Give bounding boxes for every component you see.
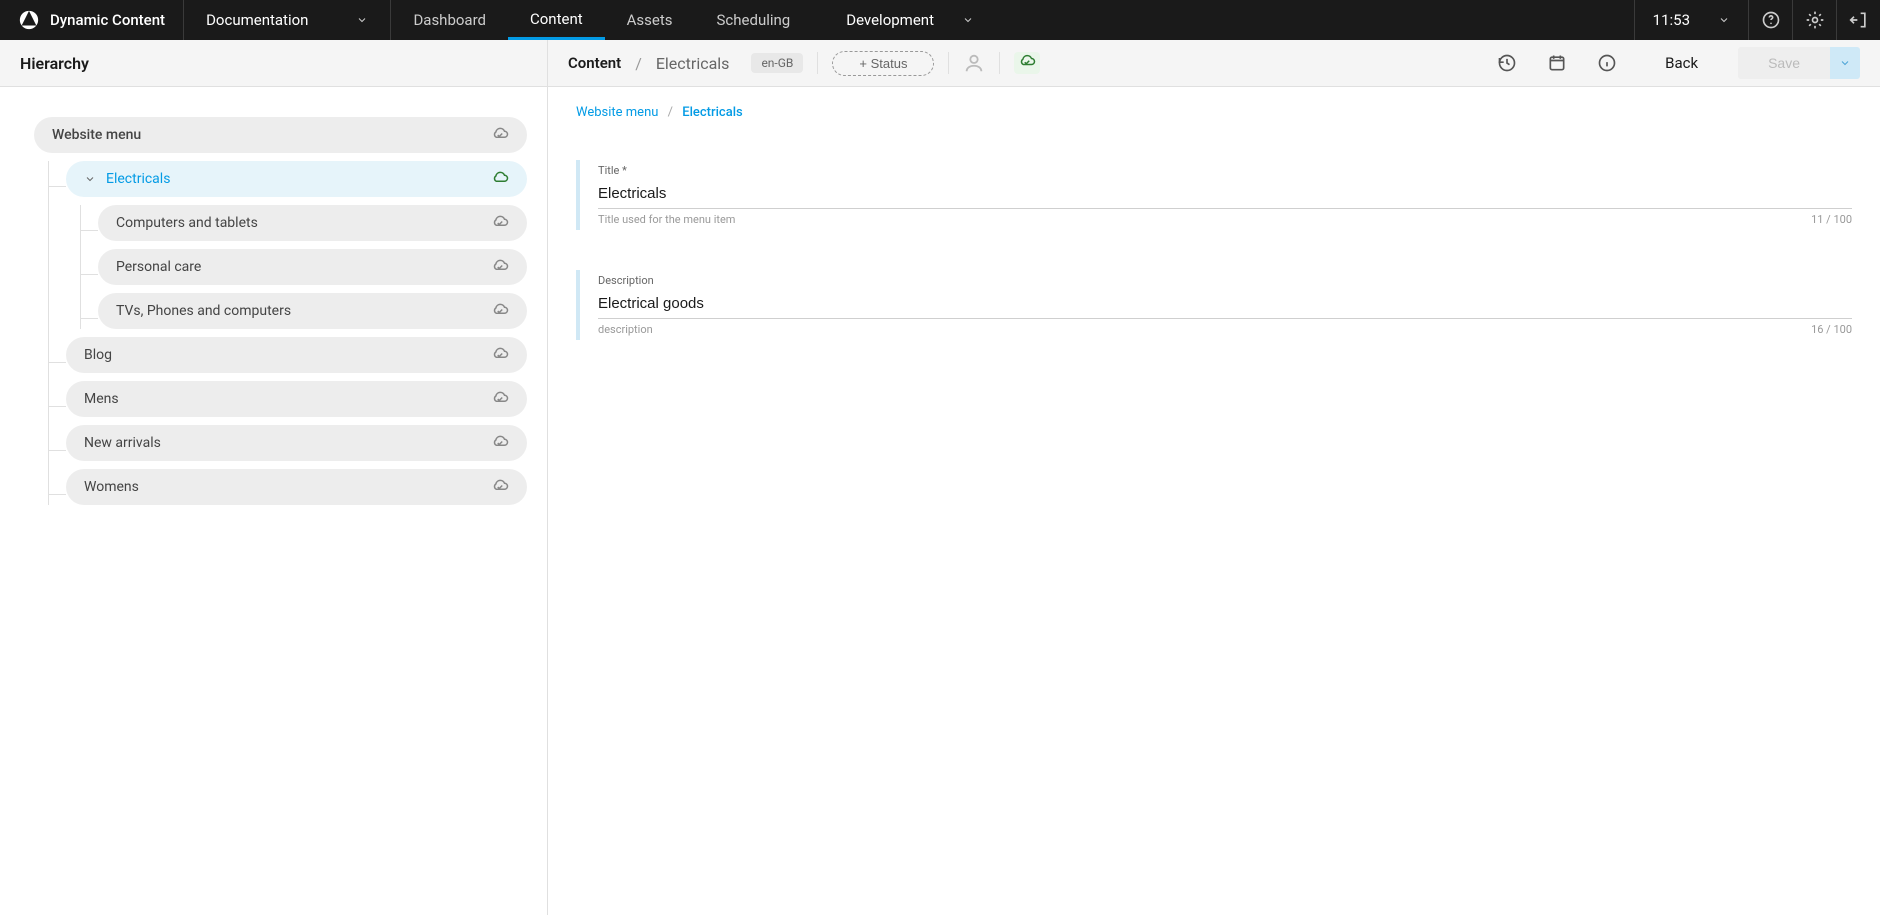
- tree-node-electricals[interactable]: Electricals: [66, 161, 527, 197]
- back-button[interactable]: Back: [1639, 54, 1724, 72]
- schedule-button[interactable]: [1539, 53, 1575, 73]
- cloud-outline-icon: [491, 170, 509, 188]
- logout-button[interactable]: [1836, 0, 1880, 40]
- tree-node-blog[interactable]: Blog: [66, 337, 527, 373]
- tree-node-label: Computers and tablets: [116, 215, 258, 231]
- save-button-group: Save: [1738, 47, 1860, 79]
- cloud-done-icon: [491, 346, 509, 364]
- primary-nav: Dashboard Content Assets Scheduling: [391, 0, 812, 40]
- content-pane: Website menu / Electricals Title * Title…: [548, 87, 1880, 915]
- nav-assets[interactable]: Assets: [605, 0, 695, 40]
- breadcrumb-current: Electricals: [682, 105, 742, 120]
- brand-logo-icon: [18, 9, 40, 31]
- info-icon: [1597, 53, 1617, 73]
- divider: [999, 52, 1000, 74]
- field-title: Title * Title used for the menu item 11 …: [576, 160, 1852, 230]
- field-title-help: Title used for the menu item: [598, 213, 735, 226]
- tree-node-mens[interactable]: Mens: [66, 381, 527, 417]
- cloud-saved-icon: [1014, 52, 1040, 74]
- chevron-down-icon: [1839, 57, 1851, 69]
- divider: [948, 52, 949, 74]
- cloud-done-icon: [491, 390, 509, 408]
- field-title-label: Title *: [598, 164, 1852, 177]
- topbar: Dynamic Content Documentation Dashboard …: [0, 0, 1880, 40]
- locale-badge: en-GB: [751, 53, 803, 73]
- hierarchy-header: Hierarchy: [0, 40, 548, 86]
- cloud-done-icon: [491, 302, 509, 320]
- documentation-dropdown[interactable]: Documentation: [184, 0, 391, 40]
- tree-node-label: TVs, Phones and computers: [116, 303, 291, 319]
- gear-icon: [1805, 10, 1825, 30]
- field-description-counter: 16 / 100: [1811, 323, 1852, 336]
- tree-node-label: Blog: [84, 347, 112, 363]
- cloud-done-icon: [491, 214, 509, 232]
- clock-value: 11:53: [1653, 11, 1690, 29]
- help-icon: [1761, 10, 1781, 30]
- tree-node-label: Website menu: [52, 127, 141, 143]
- field-label-text: Title: [598, 164, 619, 177]
- brand: Dynamic Content: [0, 0, 184, 40]
- tree-node-website-menu[interactable]: Website menu: [34, 117, 527, 153]
- save-button[interactable]: Save: [1738, 47, 1830, 79]
- cloud-done-icon: [491, 478, 509, 496]
- nav-dashboard[interactable]: Dashboard: [391, 0, 508, 40]
- chevron-down-icon: [84, 173, 96, 185]
- environment-dropdown[interactable]: Development: [824, 0, 996, 40]
- tree-node-new-arrivals[interactable]: New arrivals: [66, 425, 527, 461]
- field-title-counter: 11 / 100: [1811, 213, 1852, 226]
- chevron-down-icon: [962, 14, 974, 26]
- save-dropdown-button[interactable]: [1830, 47, 1860, 79]
- history-icon: [1497, 53, 1517, 73]
- content-crumb-root: Content: [568, 54, 621, 72]
- chevron-down-icon: [356, 14, 368, 26]
- required-marker: *: [622, 164, 627, 177]
- tree-node-label: Electricals: [106, 171, 170, 187]
- assignee-icon[interactable]: [963, 52, 985, 74]
- cloud-done-icon: [491, 126, 509, 144]
- info-button[interactable]: [1589, 53, 1625, 73]
- tree-node-personal-care[interactable]: Personal care: [98, 249, 527, 285]
- divider: [817, 52, 818, 74]
- title-input[interactable]: [598, 181, 1852, 209]
- nav-content[interactable]: Content: [508, 0, 605, 40]
- field-label-text: Description: [598, 274, 654, 287]
- tree-node-label: New arrivals: [84, 435, 161, 451]
- history-button[interactable]: [1489, 53, 1525, 73]
- main-area: Website menu Electricals: [0, 87, 1880, 915]
- tree-node-label: Personal care: [116, 259, 201, 275]
- hierarchy-tree: Website menu Electricals: [0, 87, 548, 915]
- content-header: Content / Electricals en-GB + Status Bac…: [548, 40, 1880, 86]
- settings-button[interactable]: [1792, 0, 1836, 40]
- cloud-done-icon: [491, 258, 509, 276]
- subheader: Hierarchy Content / Electricals en-GB + …: [0, 40, 1880, 87]
- cloud-done-icon: [491, 434, 509, 452]
- add-status-button[interactable]: + Status: [832, 51, 934, 76]
- tree-node-tvs-phones-computers[interactable]: TVs, Phones and computers: [98, 293, 527, 329]
- tree-node-computers-tablets[interactable]: Computers and tablets: [98, 205, 527, 241]
- crumb-separator: /: [668, 105, 673, 120]
- nav-scheduling[interactable]: Scheduling: [695, 0, 813, 40]
- field-description: Description description 16 / 100: [576, 270, 1852, 340]
- clock-dropdown[interactable]: 11:53: [1634, 0, 1748, 40]
- environment-label: Development: [846, 11, 934, 29]
- help-button[interactable]: [1748, 0, 1792, 40]
- crumb-separator: /: [635, 54, 642, 73]
- tree-node-label: Mens: [84, 391, 119, 407]
- tree-node-label: Womens: [84, 479, 139, 495]
- tree-node-womens[interactable]: Womens: [66, 469, 527, 505]
- brand-name: Dynamic Content: [50, 11, 165, 29]
- content-breadcrumb: Website menu / Electricals: [576, 105, 1852, 120]
- description-input[interactable]: [598, 291, 1852, 319]
- breadcrumb-root-link[interactable]: Website menu: [576, 105, 658, 120]
- chevron-down-icon: [1718, 14, 1730, 26]
- content-crumb-leaf: Electricals: [656, 54, 730, 73]
- calendar-icon: [1547, 53, 1567, 73]
- field-description-help: description: [598, 323, 653, 336]
- field-description-label: Description: [598, 274, 1852, 287]
- logout-icon: [1849, 10, 1869, 30]
- hierarchy-title: Hierarchy: [20, 54, 89, 73]
- documentation-label: Documentation: [206, 11, 308, 29]
